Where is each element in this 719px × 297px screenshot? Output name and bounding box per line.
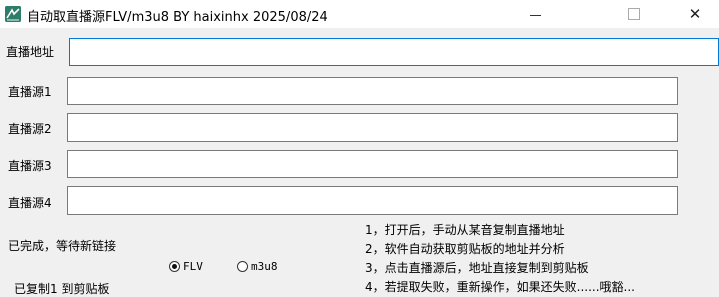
- source-2-label: 直播源2: [8, 122, 52, 136]
- close-icon: ✕: [688, 5, 702, 23]
- instruction-item: 2，软件自动获取剪贴板的地址并分析: [365, 242, 565, 256]
- maximize-button[interactable]: [614, 0, 654, 28]
- source-1-field[interactable]: [67, 77, 678, 105]
- title-bar: 自动取直播源FLV/m3u8 BY haixinhx 2025/08/24 ✕: [0, 0, 719, 28]
- instructions-list: 1，打开后，手动从某音复制直播地址 2，软件自动获取剪贴板的地址并分析 3，点击…: [365, 221, 635, 297]
- window-title: 自动取直播源FLV/m3u8 BY haixinhx 2025/08/24: [27, 10, 328, 25]
- copy-status-text: 已复制1 到剪贴板: [14, 282, 110, 296]
- radio-flv-indicator: [169, 261, 180, 272]
- instruction-item: 4，若提取失败，重新操作，如果还失败......哦豁...: [365, 280, 635, 294]
- app-logo-icon: [5, 6, 21, 22]
- address-label: 直播地址: [6, 45, 55, 59]
- source-4-field[interactable]: [67, 186, 678, 215]
- instruction-item: 3，点击直播源后，地址直接复制到剪贴板: [365, 261, 589, 275]
- source-2-field[interactable]: [67, 113, 678, 142]
- maximize-icon: [628, 8, 640, 20]
- radio-flv[interactable]: FLV: [169, 260, 203, 273]
- radio-m3u8[interactable]: m3u8: [237, 260, 278, 273]
- live-address-input[interactable]: [69, 38, 719, 66]
- radio-flv-label: FLV: [183, 260, 203, 273]
- minimize-button[interactable]: [512, 0, 558, 28]
- instruction-item: 1，打开后，手动从某音复制直播地址: [365, 223, 565, 237]
- close-button[interactable]: ✕: [672, 0, 718, 28]
- source-1-label: 直播源1: [8, 85, 52, 99]
- radio-m3u8-label: m3u8: [251, 260, 278, 273]
- minimize-icon: [529, 14, 541, 16]
- source-3-label: 直播源3: [8, 159, 52, 173]
- source-3-field[interactable]: [67, 150, 678, 178]
- status-text: 已完成，等待新链接: [8, 239, 117, 253]
- radio-m3u8-indicator: [237, 261, 248, 272]
- source-4-label: 直播源4: [8, 196, 52, 210]
